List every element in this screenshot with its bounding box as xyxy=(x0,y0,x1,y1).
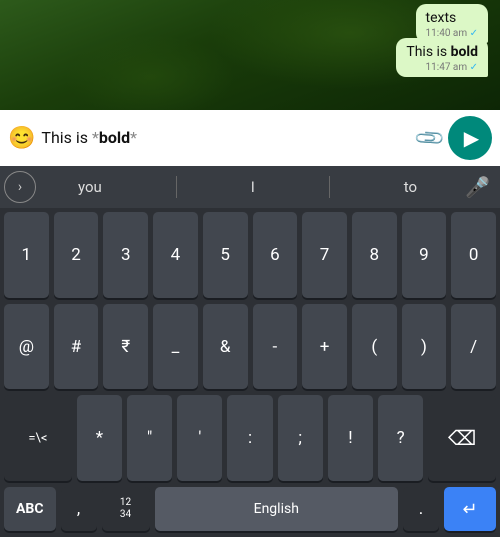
send-icon: ▶ xyxy=(464,126,479,150)
key-rupee[interactable]: ₹ xyxy=(103,304,148,390)
bubble1-text: texts xyxy=(426,10,457,26)
key-8[interactable]: 8 xyxy=(352,212,397,298)
key-asterisk[interactable]: * xyxy=(77,395,122,481)
key-3[interactable]: 3 xyxy=(103,212,148,298)
asterisk-2: * xyxy=(130,128,137,147)
symbol-row-2: =\< * " ' : ; ! ? ⌫ xyxy=(4,395,496,481)
key-open-paren[interactable]: ( xyxy=(352,304,397,390)
key-hash[interactable]: # xyxy=(54,304,99,390)
chat-background: texts 11:40 am ✓ This is bold 11:47 am ✓ xyxy=(0,0,500,110)
bubble2-time: 11:47 am ✓ xyxy=(406,62,478,73)
emoji-button[interactable]: 😊 xyxy=(8,126,35,151)
key-close-paren[interactable]: ) xyxy=(402,304,447,390)
bubble2-check: ✓ xyxy=(470,62,478,73)
divider-2 xyxy=(329,176,330,198)
key-apostrophe[interactable]: ' xyxy=(177,395,222,481)
key-underscore[interactable]: _ xyxy=(153,304,198,390)
key-minus[interactable]: - xyxy=(253,304,298,390)
key-4[interactable]: 4 xyxy=(153,212,198,298)
key-7[interactable]: 7 xyxy=(302,212,347,298)
key-9[interactable]: 9 xyxy=(402,212,447,298)
suggestions-expand[interactable]: › xyxy=(4,171,36,203)
bubble2-text: This is bold xyxy=(406,44,478,60)
abc-key[interactable]: ABC xyxy=(4,487,56,531)
key-slash[interactable]: / xyxy=(451,304,496,390)
key-5[interactable]: 5 xyxy=(203,212,248,298)
message-bubble-2: This is bold 11:47 am ✓ xyxy=(396,38,488,77)
key-question[interactable]: ? xyxy=(378,395,423,481)
suggestions-row: › you I to 🎤 xyxy=(0,166,500,208)
key-semicolon[interactable]: ; xyxy=(278,395,323,481)
send-button[interactable]: ▶ xyxy=(448,116,492,160)
backspace-key[interactable]: ⌫ xyxy=(428,395,496,481)
enter-key[interactable]: ↵ xyxy=(444,487,496,531)
comma-key[interactable]: , xyxy=(61,487,97,531)
input-bold-text: bold xyxy=(99,128,130,147)
bottom-row: ABC , 1234 English . ↵ xyxy=(0,483,500,537)
divider-1 xyxy=(176,176,177,198)
attach-button[interactable]: 📎 xyxy=(412,121,447,156)
mic-button[interactable]: 🎤 xyxy=(459,175,496,199)
message-input[interactable]: This is *bold* xyxy=(41,127,411,149)
symbol-row-1: @ # ₹ _ & - + ( ) / xyxy=(4,304,496,390)
key-at[interactable]: @ xyxy=(4,304,49,390)
key-1[interactable]: 1 xyxy=(4,212,49,298)
key-2[interactable]: 2 xyxy=(54,212,99,298)
keyboard: › you I to 🎤 1 2 3 4 5 6 7 8 9 0 @ # xyxy=(0,166,500,537)
key-exclaim[interactable]: ! xyxy=(328,395,373,481)
key-colon[interactable]: : xyxy=(227,395,272,481)
suggestion-you[interactable]: you xyxy=(68,174,112,200)
key-equals-backslash[interactable]: =\< xyxy=(4,395,72,481)
suggestions-words: you I to xyxy=(36,174,459,200)
period-key[interactable]: . xyxy=(403,487,439,531)
suggestion-i[interactable]: I xyxy=(241,174,265,200)
chevron-right-icon: › xyxy=(18,179,22,195)
language-key[interactable]: English xyxy=(155,487,398,531)
key-ampersand[interactable]: & xyxy=(203,304,248,390)
key-quote[interactable]: " xyxy=(127,395,172,481)
input-text-prefix: This is xyxy=(41,128,92,147)
key-rows: 1 2 3 4 5 6 7 8 9 0 @ # ₹ _ & - + ( ) / … xyxy=(0,208,500,483)
key-6[interactable]: 6 xyxy=(253,212,298,298)
enter-icon: ↵ xyxy=(462,499,477,520)
num-layout-key[interactable]: 1234 xyxy=(102,487,150,531)
key-plus[interactable]: + xyxy=(302,304,347,390)
input-bar: 😊 This is *bold* 📎 ▶ xyxy=(0,110,500,166)
asterisk-1: * xyxy=(92,128,99,147)
suggestion-to[interactable]: to xyxy=(394,174,427,200)
key-0[interactable]: 0 xyxy=(451,212,496,298)
number-row: 1 2 3 4 5 6 7 8 9 0 xyxy=(4,212,496,298)
